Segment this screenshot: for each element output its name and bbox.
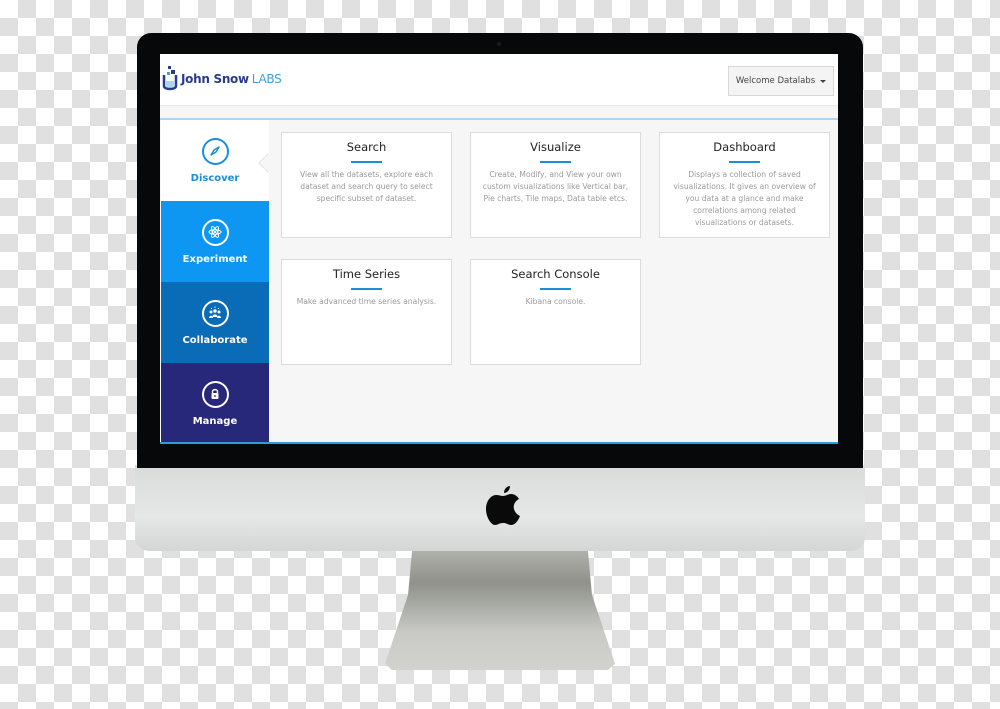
- caret-down-icon: [820, 79, 827, 83]
- card-accent-bar: [540, 161, 571, 163]
- app-screen: John Snow LABS Welcome Datalabs Discover: [160, 54, 838, 444]
- card-accent-bar: [540, 288, 571, 290]
- sidebar-item-manage[interactable]: Manage: [161, 363, 269, 442]
- card-title: Search: [346, 140, 387, 154]
- logo-text-secondary: LABS: [251, 72, 282, 86]
- card-title: Time Series: [332, 267, 401, 281]
- card-search[interactable]: Search View all the datasets, explore ea…: [281, 132, 452, 238]
- card-title: Dashboard: [713, 140, 776, 154]
- logo-flask-icon: [162, 66, 178, 91]
- card-description: Kibana console.: [525, 297, 586, 306]
- card-dashboard[interactable]: Dashboard Displays a collection of saved…: [659, 132, 830, 238]
- card-description: Make advanced time series analysis.: [296, 297, 437, 306]
- card-accent-bar: [351, 161, 382, 163]
- sidebar-item-discover[interactable]: Discover: [161, 120, 278, 201]
- card-search-console[interactable]: Search Console Kibana console.: [470, 259, 641, 365]
- sidebar-label: Collaborate: [182, 334, 248, 346]
- user-menu-label: Welcome Datalabs: [735, 76, 816, 86]
- logo-text-primary: John Snow: [181, 72, 249, 86]
- logo[interactable]: John Snow LABS: [162, 64, 282, 94]
- lock-icon: [211, 388, 219, 399]
- team-icon: [209, 306, 221, 318]
- sidebar-label: Experiment: [182, 253, 248, 265]
- card-description: View all the datasets, explore each data…: [299, 170, 434, 203]
- monitor-stand: [385, 545, 615, 670]
- compass-icon: [210, 146, 220, 156]
- card-accent-bar: [729, 161, 760, 163]
- active-pointer: [258, 153, 278, 173]
- atom-icon: [208, 226, 222, 238]
- card-time-series[interactable]: Time Series Make advanced time series an…: [281, 259, 452, 365]
- apple-logo-icon: [486, 486, 520, 525]
- sidebar-label: Manage: [192, 415, 238, 427]
- camera-dot: [497, 42, 501, 46]
- card-description: Create, Modify, and View your own custom…: [482, 170, 629, 203]
- card-title: Search Console: [511, 267, 600, 281]
- card-visualize[interactable]: Visualize Create, Modify, and View your …: [470, 132, 641, 238]
- user-menu-button[interactable]: Welcome Datalabs: [728, 66, 834, 96]
- card-accent-bar: [351, 288, 382, 290]
- top-header: John Snow LABS Welcome Datalabs: [160, 54, 838, 106]
- sidebar-item-collaborate[interactable]: Collaborate: [161, 282, 269, 363]
- card-title: Visualize: [530, 140, 581, 154]
- sidebar-item-experiment[interactable]: Experiment: [161, 201, 269, 282]
- sidebar: Discover Experiment Collaborate Manage: [161, 120, 278, 442]
- card-description: Displays a collection of saved visualiza…: [673, 170, 816, 227]
- sidebar-label: Discover: [190, 172, 240, 184]
